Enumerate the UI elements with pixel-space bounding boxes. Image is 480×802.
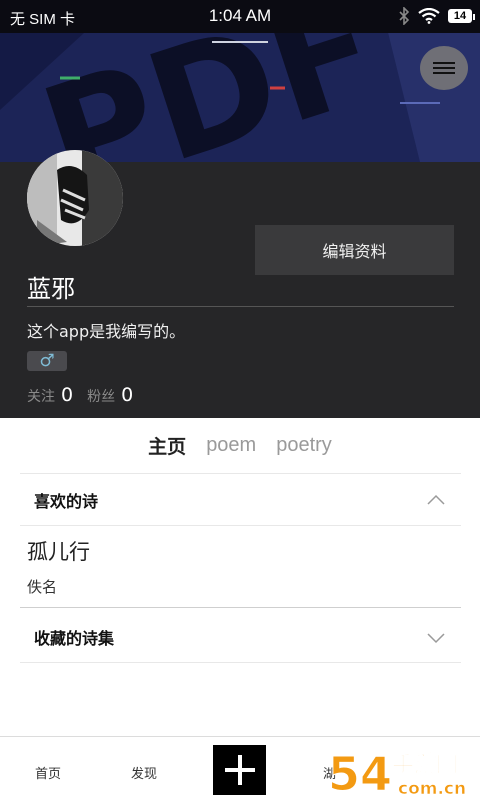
following-label[interactable]: 关注 — [27, 386, 55, 406]
menu-button[interactable] — [420, 46, 468, 90]
following-count[interactable]: 0 — [61, 384, 73, 406]
status-indicators: 14 — [398, 7, 475, 25]
collections-header[interactable]: 收藏的诗集 — [20, 611, 461, 663]
followers-label[interactable]: 粉丝 — [87, 386, 115, 406]
create-post-button[interactable] — [213, 745, 266, 795]
male-gender-icon: ♂ — [27, 351, 67, 371]
battery-icon: 14 — [448, 9, 475, 23]
collections-section: 收藏的诗集 — [20, 611, 461, 663]
username: 蓝邪 — [27, 275, 75, 303]
svg-text:手游网: 手游网 — [392, 752, 458, 778]
avatar-image — [27, 150, 123, 246]
user-avatar[interactable] — [27, 150, 123, 246]
follow-stats: 关注 0 粉丝 0 — [27, 384, 147, 406]
svg-text:com.cn: com.cn — [398, 779, 466, 799]
chevron-down-icon[interactable] — [427, 628, 445, 646]
poem-author: 佚名 — [27, 578, 58, 596]
nav-discover[interactable]: 发现 — [131, 763, 157, 782]
poem-title: 孤儿行 — [27, 540, 90, 564]
chevron-up-icon[interactable] — [427, 491, 445, 509]
svg-text:54: 54 — [328, 747, 392, 801]
user-bio: 这个app是我编写的。 — [27, 322, 186, 341]
name-divider — [27, 306, 454, 307]
followers-count[interactable]: 0 — [121, 384, 133, 406]
bluetooth-icon — [399, 7, 410, 25]
tab-poem[interactable]: poem — [206, 434, 256, 457]
liked-poems-section: 喜欢的诗 孤儿行 佚名 — [20, 473, 461, 608]
profile-tabs: 主页 poem poetry — [0, 418, 480, 473]
liked-poems-header[interactable]: 喜欢的诗 — [20, 473, 461, 525]
hamburger-menu-icon — [433, 59, 455, 77]
profile-panel: 编辑资料 蓝邪 这个app是我编写的。 ♂ 关注 0 粉丝 0 — [0, 150, 480, 418]
poem-list-item[interactable]: 孤儿行 佚名 — [20, 525, 461, 608]
tab-home[interactable]: 主页 — [148, 432, 186, 459]
section-title: 喜欢的诗 — [34, 491, 99, 511]
nav-home[interactable]: 首页 — [35, 763, 61, 782]
section-title: 收藏的诗集 — [34, 628, 115, 648]
status-bar: 无 SIM 卡 1:04 AM 14 — [0, 0, 480, 33]
plus-icon — [224, 755, 255, 785]
tab-poetry[interactable]: poetry — [276, 434, 332, 457]
wifi-icon — [418, 8, 440, 24]
edit-profile-button[interactable]: 编辑资料 — [255, 225, 454, 275]
bottom-nav: 首页 发现 湖 54 手游网 com.cn — [0, 736, 480, 802]
site-watermark-logo: 54 手游网 com.cn — [328, 747, 467, 802]
